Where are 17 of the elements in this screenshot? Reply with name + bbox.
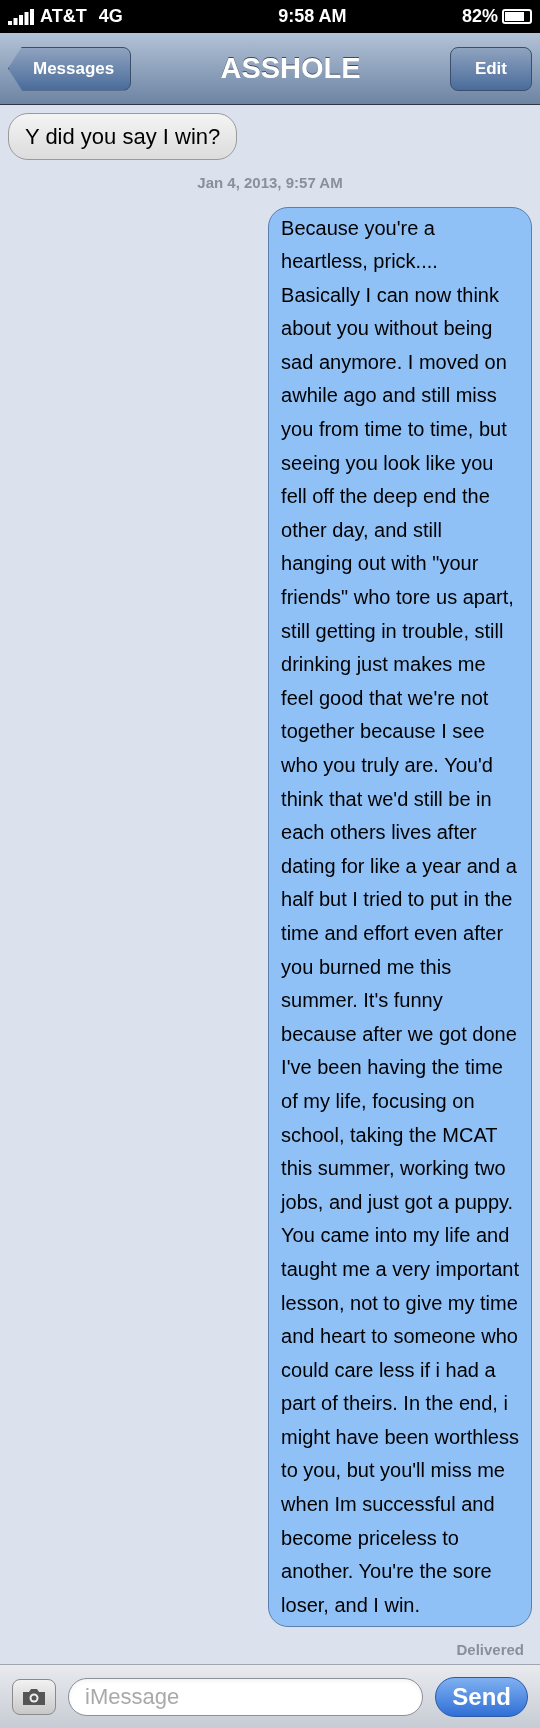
battery-icon — [502, 9, 532, 24]
camera-icon — [21, 1686, 47, 1707]
carrier: AT&T — [40, 5, 87, 28]
message-field[interactable]: iMessage — [68, 1677, 424, 1716]
received-message: Y did you say I win? — [8, 113, 238, 160]
sent-message: Because you're a heartless, prick.... Basically I can now think about you without being sad anymore. I moved on awhile ago and still miss you from time to time, but seeing you look like you fell off the deep end the other day, and still hanging out with "your friends" who tore us apart, still getting in trouble, still drinking just makes me feel good that we're not together because I see who you truly are. You'd think that we'd still be in each others lives after dating for like a year and a half but I tried to put in the time and effort even after you burned me this summer. It's funny because after we got done I've been having the time of my life, focusing on school, taking the MCAT this summer, working two jobs, and just got a puppy. You came into my life and taught me a very important lesson, not to give my time and heart to someone who could care less if i had a part of theirs. In the end, i might have been worthless to you, but you'll miss me when Im successful and become priceless to another. You're the sore loser, and I win. — [268, 206, 532, 1628]
signal-icon — [8, 8, 36, 25]
back-button[interactable]: Messages — [8, 46, 132, 91]
send-button[interactable]: Send — [435, 1676, 528, 1717]
timestamp: Jan 4, 2013, 9:57 AM — [197, 173, 343, 193]
camera-button[interactable] — [12, 1678, 56, 1715]
delivery-status: Delivered — [456, 1640, 525, 1661]
battery-percent: 82% — [461, 5, 498, 28]
clock: 9:58 AM — [277, 5, 347, 28]
network-type: 4G — [98, 5, 123, 28]
edit-button[interactable]: Edit — [449, 46, 532, 91]
contact-name: ASSHOLE — [219, 50, 362, 86]
